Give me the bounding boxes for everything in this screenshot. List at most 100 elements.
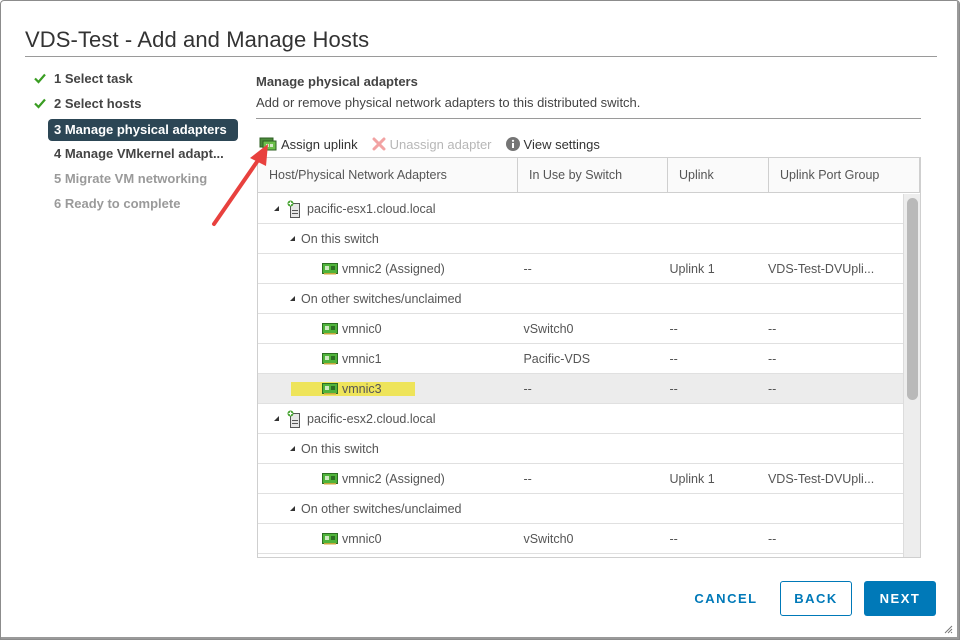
adapter-row[interactable]: vmnic0 vSwitch0 -- --	[258, 524, 904, 554]
cell-in-use: Pacific-VDS	[523, 351, 591, 366]
section-title: Manage physical adapters	[256, 74, 418, 89]
cell-adapter: vmnic3	[258, 381, 512, 396]
adapter-name: vmnic3	[342, 381, 382, 396]
adapter-row[interactable]: vmnic1 Pacific-VDS -- --	[258, 344, 904, 374]
column-header-adapters[interactable]: Host/Physical Network Adapters	[258, 158, 518, 192]
main-panel: Manage physical adapters Add or remove p…	[256, 71, 921, 119]
view-settings-button[interactable]: View settings	[505, 136, 600, 152]
adapter-name: vmnic0	[342, 531, 382, 546]
section-description: Add or remove physical network adapters …	[256, 95, 641, 110]
column-header-in-use[interactable]: In Use by Switch	[518, 158, 668, 192]
cell-in-use: vSwitch0	[523, 531, 574, 546]
adapter-name: On other switches/unclaimed	[301, 501, 462, 516]
step-label: 5 Migrate VM networking	[54, 171, 208, 186]
checkmark-icon	[34, 98, 46, 109]
resize-grip-icon[interactable]	[943, 624, 953, 634]
host-row[interactable]: pacific-esx2.cloud.local	[258, 404, 904, 434]
cell-adapter: vmnic0	[258, 322, 512, 336]
cell-uplink: --	[669, 321, 678, 336]
step-label: 4 Manage VMkernel adapt...	[54, 146, 224, 161]
cell-port-group: --	[767, 351, 777, 366]
adapter-name: On this switch	[301, 231, 379, 246]
title-divider	[25, 56, 937, 57]
group-row[interactable]: On this switch	[258, 434, 904, 464]
checkmark-icon	[34, 73, 46, 84]
info-icon	[505, 137, 520, 151]
cell-adapter: On other switches/unclaimed	[258, 502, 512, 516]
cell-in-use: --	[523, 471, 532, 486]
next-button[interactable]: NEXT	[864, 581, 936, 616]
group-row[interactable]: On other switches/unclaimed	[258, 494, 904, 524]
expand-caret-icon[interactable]	[290, 506, 295, 511]
unassign-adapter-label: Unassign adapter	[389, 136, 492, 152]
cell-adapter: pacific-esx1.cloud.local	[258, 200, 512, 218]
adapter-row[interactable]: vmnic2 (Assigned) -- Uplink 1 VDS-Test-DVUp…	[258, 464, 904, 494]
network-adapter-icon	[322, 382, 338, 394]
cell-adapter: On this switch	[258, 442, 512, 456]
red-x-icon	[372, 137, 386, 151]
cell-uplink: Uplink 1	[669, 261, 715, 276]
expand-caret-icon[interactable]	[290, 236, 295, 241]
scrollbar-thumb[interactable]	[907, 198, 918, 400]
physical-adapters-grid: Host/Physical Network Adapters In Use by…	[257, 157, 921, 558]
adapter-name: pacific-esx1.cloud.local	[307, 201, 436, 216]
network-adapter-icon	[322, 262, 338, 274]
grid-scrollbar[interactable]	[903, 194, 920, 557]
cell-adapter: On this switch	[258, 232, 512, 246]
network-adapter-icon	[322, 532, 338, 544]
adapter-name: On other switches/unclaimed	[301, 291, 462, 306]
cell-port-group: VDS-Test-DVUpli...	[767, 471, 875, 486]
adapter-row[interactable]: vmnic3 -- -- --	[258, 374, 904, 404]
cell-adapter: vmnic2 (Assigned)	[258, 472, 512, 486]
host-row[interactable]: pacific-esx1.cloud.local	[258, 194, 904, 224]
cancel-button[interactable]: CANCEL	[691, 581, 761, 616]
cell-uplink: --	[669, 351, 678, 366]
assign-uplink-label: Assign uplink	[281, 136, 358, 152]
step-label: 1 Select task	[54, 71, 133, 86]
group-row[interactable]: On other switches/unclaimed	[258, 284, 904, 314]
cell-uplink: Uplink 1	[669, 471, 715, 486]
cell-port-group: VDS-Test-DVUpli...	[767, 261, 875, 276]
adapter-row[interactable]: vmnic2 (Assigned) -- Uplink 1 VDS-Test-DVUp…	[258, 254, 904, 284]
grid-header: Host/Physical Network Adapters In Use by…	[258, 158, 920, 193]
adapter-row[interactable]: vmnic0 vSwitch0 -- --	[258, 314, 904, 344]
cell-in-use: --	[523, 261, 532, 276]
adapter-name: On this switch	[301, 441, 379, 456]
section-divider	[256, 118, 921, 119]
column-header-uplink[interactable]: Uplink	[668, 158, 769, 192]
step-label: 6 Ready to complete	[54, 196, 181, 211]
expand-caret-icon[interactable]	[274, 416, 279, 421]
cell-adapter: pacific-esx2.cloud.local	[258, 410, 512, 428]
step-label: 2 Select hosts	[54, 96, 142, 111]
step-select-task[interactable]: 1 Select task	[31, 69, 241, 94]
unassign-adapter-button: Unassign adapter	[372, 137, 492, 152]
expand-caret-icon[interactable]	[290, 446, 295, 451]
cell-port-group: --	[767, 321, 777, 336]
cell-adapter: vmnic1	[258, 352, 512, 366]
adapter-toolbar: Assign uplink Unassign adapter View sett…	[259, 134, 614, 154]
dialog-title: VDS-Test - Add and Manage Hosts	[25, 27, 370, 52]
cell-adapter: vmnic0	[258, 532, 512, 546]
view-settings-label: View settings	[523, 136, 600, 152]
network-adapter-icon	[322, 472, 338, 484]
adapter-name: vmnic2 (Assigned)	[342, 261, 445, 276]
cell-uplink: --	[669, 531, 678, 546]
adapter-name: vmnic2 (Assigned)	[342, 471, 445, 486]
back-button[interactable]: BACK	[780, 581, 852, 616]
adapter-name: vmnic0	[342, 321, 382, 336]
step-select-hosts[interactable]: 2 Select hosts	[31, 94, 241, 119]
group-row[interactable]: On this switch	[258, 224, 904, 254]
network-adapter-icon	[322, 322, 338, 334]
cell-port-group: --	[767, 381, 777, 396]
column-header-port-group[interactable]: Uplink Port Group	[769, 158, 920, 192]
network-adapter-icon	[322, 352, 338, 364]
grid-body: pacific-esx1.cloud.local On this switch vm…	[258, 194, 904, 557]
adapter-name: pacific-esx2.cloud.local	[307, 411, 436, 426]
cell-port-group: --	[767, 531, 777, 546]
cell-in-use: vSwitch0	[523, 321, 574, 336]
adapter-row[interactable]	[258, 554, 904, 557]
annotation-arrow	[212, 144, 268, 226]
cell-adapter: vmnic2 (Assigned)	[258, 262, 512, 276]
expand-caret-icon[interactable]	[274, 206, 279, 211]
expand-caret-icon[interactable]	[290, 296, 295, 301]
